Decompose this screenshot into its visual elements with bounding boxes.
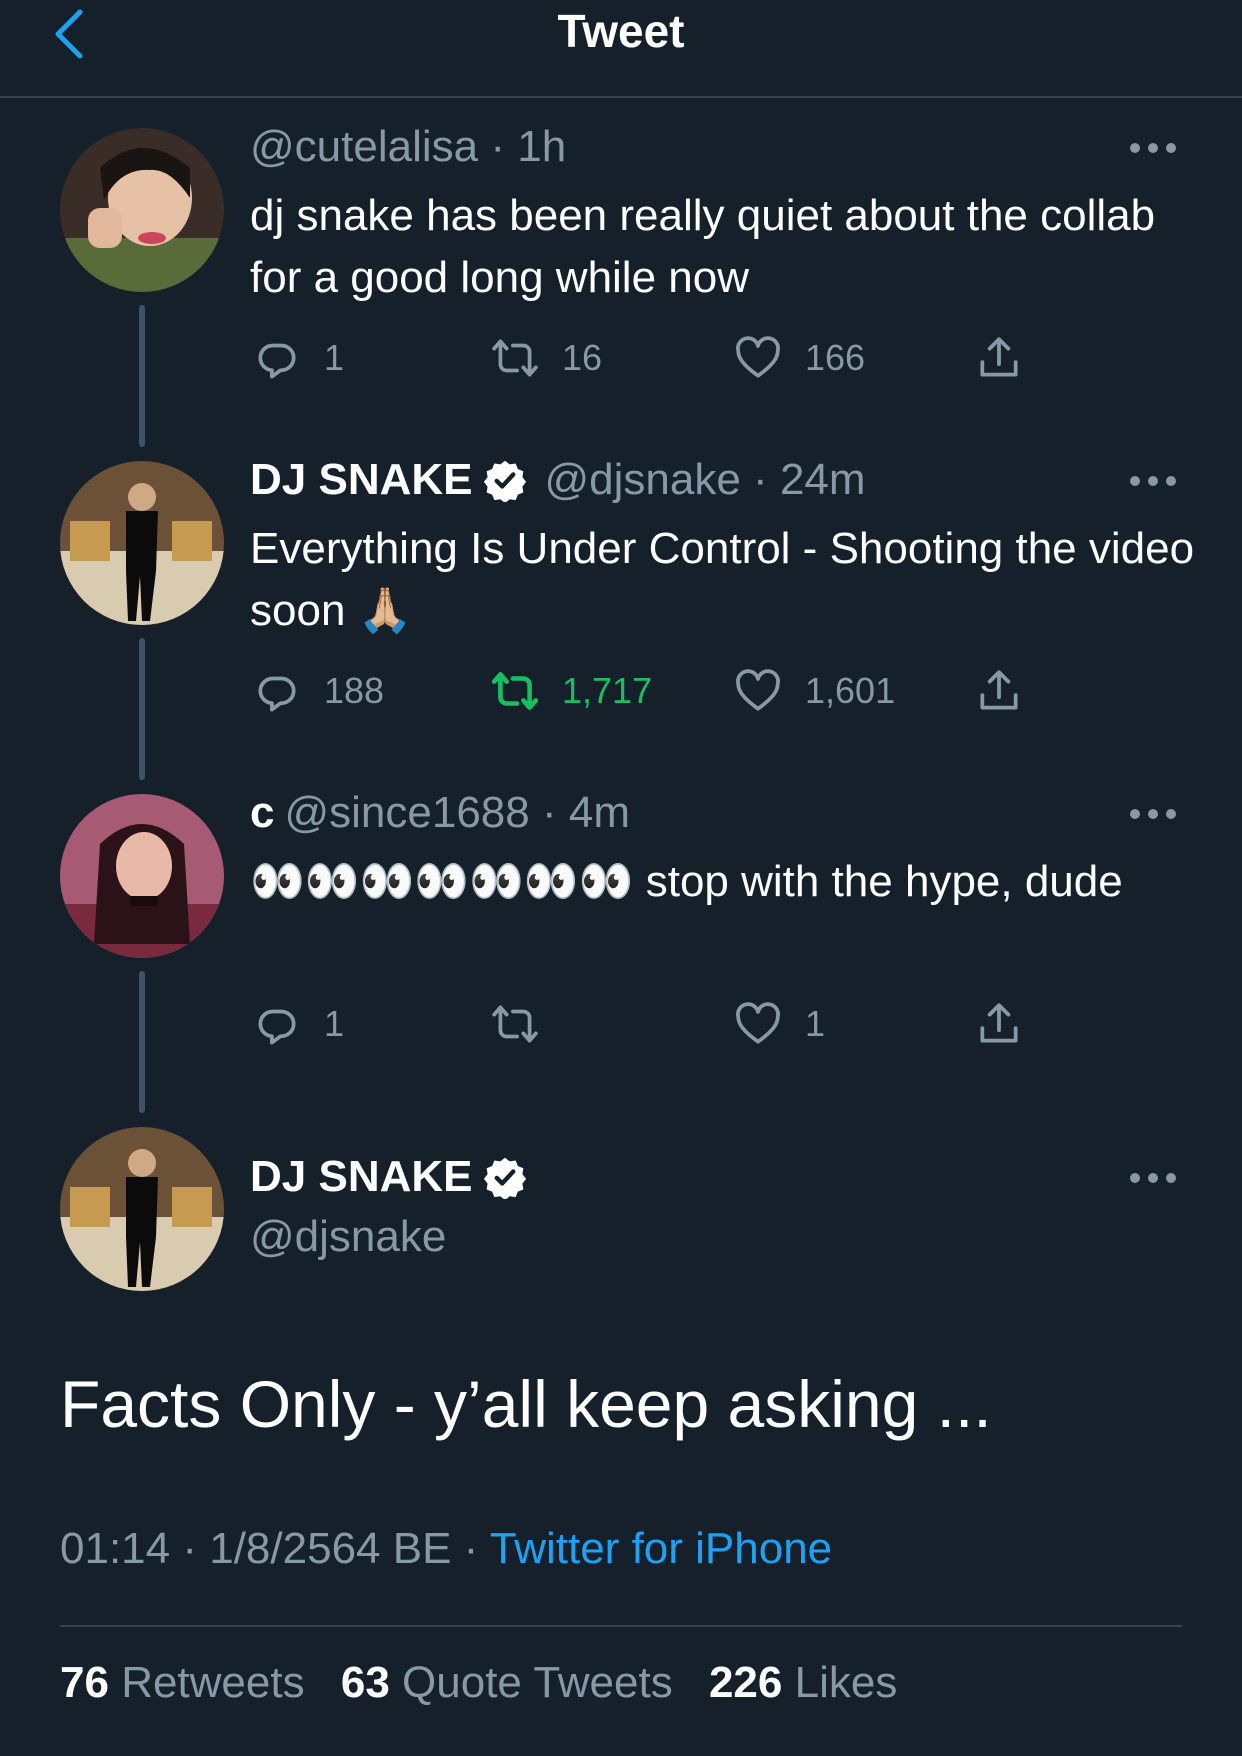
more-options-button[interactable] [1128,138,1178,158]
retweet-button[interactable]: 1,717 [490,663,652,719]
share-icon [980,670,1018,710]
user-name[interactable]: c [250,788,274,838]
more-options-button[interactable] [1128,1168,1178,1188]
retweets-count: 76 [60,1658,109,1707]
reply-count: 1 [324,1003,345,1044]
avatar[interactable] [60,1127,224,1291]
share-button[interactable] [974,663,1046,719]
tweet-meta: c @since1688 · 4m [250,788,630,838]
heart-icon [736,336,780,378]
user-name[interactable]: DJ SNAKE [250,1152,473,1202]
meta-separator: · [182,1524,210,1573]
tweet-source-link[interactable]: Twitter for iPhone [490,1524,832,1573]
quote-tweets-count: 63 [340,1658,390,1707]
reply-icon [258,1009,296,1045]
like-count: 1,601 [805,670,896,711]
reply-icon [258,343,296,379]
retweet-count: 1,717 [562,670,653,711]
more-icon [1130,1173,1176,1183]
like-button[interactable]: 1 [733,996,825,1052]
divider [60,1625,1182,1627]
user-handle[interactable]: @since1688 [284,788,529,838]
tweet-time: 24m [779,455,866,504]
likes-count: 226 [708,1658,783,1707]
more-icon [1130,476,1176,486]
reply-count: 188 [324,670,385,711]
meta-separator: · [529,788,569,837]
tweet-text: dj snake has been really quiet about the… [250,191,1156,302]
reply-button[interactable]: 1 [252,996,344,1052]
like-count: 166 [805,337,866,378]
tweet-meta: @cutelalisa · 1h [250,122,566,172]
tweet-text: 👀👀👀👀👀👀👀 stop with the hype, dude [250,857,1123,906]
likes-label: Likes [794,1658,898,1707]
quote-tweets-stat[interactable]: 63 Quote Tweets [341,1658,673,1707]
retweets-stat[interactable]: 76 Retweets [60,1658,305,1707]
quote-tweets-label: Quote Tweets [402,1658,673,1707]
meta-separator: · [478,122,518,171]
heart-icon [736,1002,780,1044]
reply-icon [258,676,296,712]
avatar[interactable] [60,794,224,958]
user-handle[interactable]: @cutelalisa [250,122,478,172]
like-button[interactable]: 166 [733,330,865,386]
avatar[interactable] [60,128,224,292]
tweet-meta: DJ SNAKE @djsnake · 24m [250,455,866,505]
tweet-time: 1h [517,122,567,171]
engagement-stats: 76 Retweets 63 Quote Tweets 226 Likes [60,1658,897,1708]
more-icon [1130,809,1176,819]
share-button[interactable] [974,996,1046,1052]
like-count: 1 [805,1003,826,1044]
user-name[interactable]: DJ SNAKE [250,455,473,505]
share-icon [980,337,1018,377]
user-handle[interactable]: @djsnake [250,1212,446,1262]
tweet-time: 4m [568,788,630,837]
retweet-button[interactable]: 16 [490,330,602,386]
main-tweet-text: Facts Only - y’all keep asking ... [60,1367,992,1441]
reply-count: 1 [324,337,345,378]
retweet-count: 16 [562,337,603,378]
tweet-timestamp: 01:14 · 1/8/2564 BE · Twitter for iPhone [60,1524,832,1574]
retweet-icon [491,672,539,710]
avatar[interactable] [60,461,224,625]
share-button[interactable] [974,330,1046,386]
tweet-date: 1/8/2564 BE [209,1524,452,1573]
reply-button[interactable]: 188 [252,663,384,719]
likes-stat[interactable]: 226 Likes [709,1658,897,1707]
retweet-icon [492,339,538,377]
more-options-button[interactable] [1128,804,1178,824]
heart-icon [736,669,780,711]
more-icon [1130,143,1176,153]
top-bar: Tweet [0,0,1242,98]
thread-connector [139,971,145,1113]
meta-separator: · [740,455,780,504]
verified-badge-icon [483,460,526,502]
verified-badge-icon [483,1157,526,1199]
main-tweet-handle-row: @djsnake [250,1212,446,1262]
thread-connector [139,638,145,780]
user-handle[interactable]: @djsnake [545,455,741,505]
tweet-text: Everything Is Under Control - Shooting t… [250,524,1195,635]
tweet-time: 01:14 [60,1524,171,1573]
retweets-label: Retweets [121,1658,305,1707]
like-button[interactable]: 1,601 [733,663,895,719]
reply-button[interactable]: 1 [252,330,344,386]
thread-connector [139,305,145,447]
retweet-button[interactable] [490,996,562,1052]
retweet-icon [492,1005,538,1043]
share-icon [980,1003,1018,1043]
more-options-button[interactable] [1128,471,1178,491]
meta-separator: · [463,1524,490,1573]
main-tweet-name-row: DJ SNAKE [250,1152,545,1202]
page-title: Tweet [557,5,685,57]
